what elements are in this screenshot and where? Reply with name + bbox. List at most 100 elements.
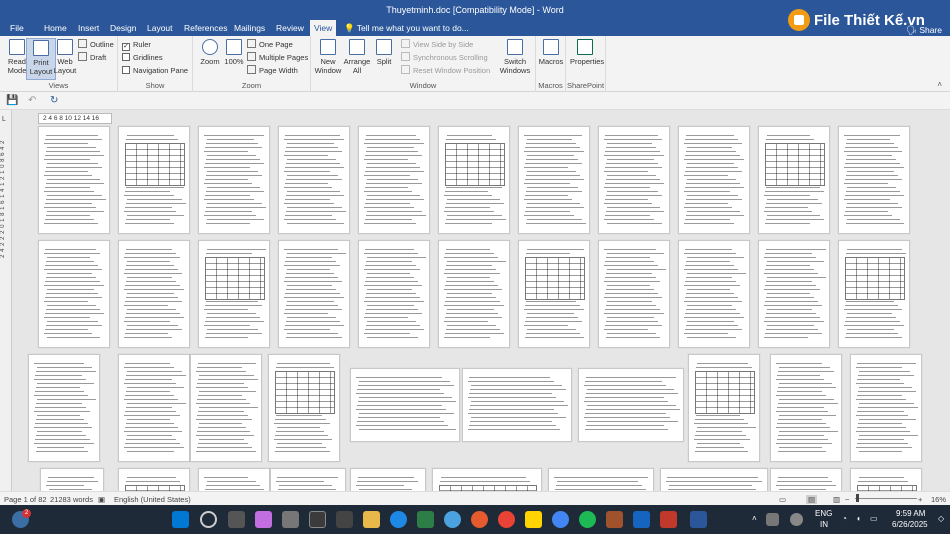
- page-thumbnail[interactable]: [838, 126, 910, 234]
- page-thumbnail[interactable]: [350, 368, 460, 442]
- page-thumbnail[interactable]: [198, 468, 270, 491]
- language-status[interactable]: English (United States): [114, 495, 191, 504]
- undo-icon[interactable]: ↶: [28, 95, 36, 106]
- page-thumbnail[interactable]: [190, 354, 262, 462]
- page-thumbnail[interactable]: [438, 240, 510, 348]
- page-thumbnail[interactable]: [278, 240, 350, 348]
- ruler-checkbox[interactable]: Ruler: [122, 39, 151, 51]
- tab-review[interactable]: Review: [272, 20, 308, 36]
- page-thumbnail[interactable]: [198, 126, 270, 234]
- page-thumbnail[interactable]: [758, 240, 830, 348]
- edge-icon[interactable]: [390, 511, 407, 528]
- page-thumbnail[interactable]: [358, 240, 430, 348]
- page-thumbnail[interactable]: [660, 468, 768, 491]
- app-icon[interactable]: [282, 511, 299, 528]
- app-icon[interactable]: [633, 511, 650, 528]
- word-count[interactable]: 21283 words: [50, 495, 93, 504]
- page-thumbnail[interactable]: [38, 126, 110, 234]
- tray-icon[interactable]: [790, 513, 803, 526]
- new-window-button[interactable]: New Window: [313, 38, 343, 80]
- page-thumbnail[interactable]: [268, 354, 340, 462]
- app-icon[interactable]: [660, 511, 677, 528]
- navigation-pane-checkbox[interactable]: Navigation Pane: [122, 65, 188, 77]
- page-thumbnail[interactable]: [518, 240, 590, 348]
- print-layout-view-icon[interactable]: ▤: [806, 495, 818, 504]
- input-method-indicator[interactable]: IN: [820, 520, 828, 529]
- wifi-icon[interactable]: ◔: [842, 514, 847, 523]
- multiple-pages-button[interactable]: Multiple Pages: [247, 52, 308, 64]
- page-thumbnail[interactable]: [278, 126, 350, 234]
- properties-button[interactable]: Properties: [570, 38, 604, 80]
- tab-selector-icon[interactable]: L: [2, 116, 6, 123]
- task-view-icon[interactable]: [228, 511, 245, 528]
- app-icon[interactable]: [417, 511, 434, 528]
- page-count[interactable]: Page 1 of 82: [4, 495, 47, 504]
- app-icon[interactable]: [606, 511, 623, 528]
- macros-button[interactable]: Macros: [536, 38, 566, 80]
- arrange-all-button[interactable]: Arrange All: [342, 38, 372, 80]
- clock-time[interactable]: 9:59 AM: [896, 509, 925, 518]
- web-layout-button[interactable]: Web Layout: [50, 38, 80, 80]
- copilot-icon[interactable]: [255, 511, 272, 528]
- app-icon[interactable]: [525, 511, 542, 528]
- page-thumbnail[interactable]: [118, 468, 190, 491]
- battery-icon[interactable]: ▭: [870, 514, 878, 523]
- search-icon[interactable]: [200, 511, 217, 528]
- foxit-icon[interactable]: [309, 511, 326, 528]
- page-thumbnail[interactable]: [598, 126, 670, 234]
- app-icon[interactable]: [579, 511, 596, 528]
- save-icon[interactable]: 💾: [6, 95, 18, 106]
- tell-me-search[interactable]: 💡 Tell me what you want to do...: [344, 20, 469, 36]
- split-button[interactable]: Split: [369, 38, 399, 80]
- page-thumbnail[interactable]: [518, 126, 590, 234]
- draft-button[interactable]: Draft: [78, 52, 106, 64]
- zoom-level[interactable]: 16%: [931, 495, 946, 504]
- tray-icon[interactable]: [766, 513, 779, 526]
- chrome-icon[interactable]: [498, 511, 515, 528]
- tab-design[interactable]: Design: [106, 20, 140, 36]
- tab-references[interactable]: References: [180, 20, 231, 36]
- gridlines-checkbox[interactable]: Gridlines: [122, 52, 163, 64]
- app-icon[interactable]: [552, 511, 569, 528]
- one-page-button[interactable]: One Page: [247, 39, 293, 51]
- page-thumbnail[interactable]: [118, 240, 190, 348]
- zoom-slider[interactable]: [855, 498, 917, 499]
- page-width-button[interactable]: Page Width: [247, 65, 298, 77]
- page-thumbnail[interactable]: [358, 126, 430, 234]
- page-thumbnail[interactable]: [758, 126, 830, 234]
- zoom-slider-thumb[interactable]: [856, 494, 859, 502]
- app-icon[interactable]: [336, 511, 353, 528]
- page-thumbnail[interactable]: [838, 240, 910, 348]
- page-thumbnail[interactable]: [270, 468, 346, 491]
- page-thumbnail[interactable]: [462, 368, 572, 442]
- page-thumbnail[interactable]: [198, 240, 270, 348]
- language-indicator[interactable]: ENG: [815, 509, 832, 518]
- document-area[interactable]: L 2 4 2 2 2 0 1 8 1 6 1 4 1 2 1 0 8 6 4 …: [0, 110, 950, 491]
- page-thumbnail[interactable]: [548, 468, 654, 491]
- tab-home[interactable]: Home: [40, 20, 71, 36]
- tab-layout[interactable]: Layout: [143, 20, 177, 36]
- tab-view[interactable]: View: [310, 20, 337, 36]
- page-thumbnail[interactable]: [118, 126, 190, 234]
- clock-date[interactable]: 6/26/2025: [892, 520, 928, 529]
- page-thumbnail[interactable]: [432, 468, 542, 491]
- page-thumbnail[interactable]: [118, 354, 190, 462]
- redo-icon[interactable]: ↻: [50, 95, 58, 106]
- zoom-in-icon[interactable]: +: [918, 495, 922, 504]
- page-thumbnail[interactable]: [438, 126, 510, 234]
- start-icon[interactable]: [172, 511, 189, 528]
- page-thumbnail[interactable]: [28, 354, 100, 462]
- page-thumbnail[interactable]: [770, 354, 842, 462]
- zoom-out-icon[interactable]: −: [845, 495, 849, 504]
- page-thumbnail[interactable]: [38, 240, 110, 348]
- tab-file[interactable]: File: [6, 20, 28, 36]
- file-explorer-icon[interactable]: [363, 511, 380, 528]
- page-thumbnail[interactable]: [850, 354, 922, 462]
- web-layout-view-icon[interactable]: ▥: [833, 495, 840, 504]
- tab-mailings[interactable]: Mailings: [230, 20, 269, 36]
- app-icon[interactable]: [471, 511, 488, 528]
- collapse-ribbon-icon[interactable]: ˄: [937, 80, 942, 89]
- page-thumbnail[interactable]: [678, 126, 750, 234]
- tab-insert[interactable]: Insert: [74, 20, 103, 36]
- switch-windows-button[interactable]: Switch Windows: [497, 38, 533, 80]
